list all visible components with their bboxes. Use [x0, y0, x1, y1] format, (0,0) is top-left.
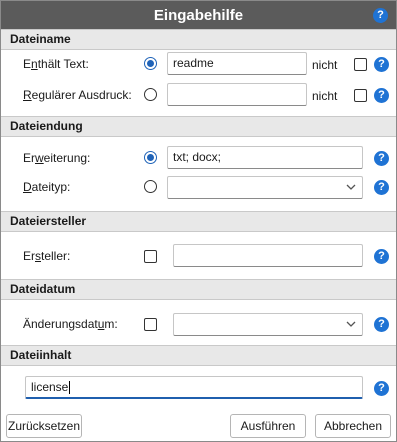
text-cursor [69, 381, 71, 395]
help-icon[interactable]: ? [373, 8, 388, 23]
contains-text-label: Enthält Text: [23, 57, 89, 71]
help-icon[interactable]: ? [374, 381, 389, 396]
window-title: Eingabehilfe [153, 7, 244, 24]
help-icon[interactable]: ? [374, 88, 389, 103]
contains-text-radio[interactable] [144, 57, 157, 70]
modified-date-label: Änderungsdatum: [23, 317, 118, 331]
help-icon[interactable]: ? [374, 249, 389, 264]
chevron-down-icon [346, 321, 356, 327]
help-icon[interactable]: ? [374, 151, 389, 166]
contains-not-checkbox[interactable] [354, 58, 367, 71]
section-header-dateiendung: Dateiendung [1, 116, 396, 137]
contains-not-label: nicht [312, 58, 338, 72]
extension-input[interactable]: txt; docx; [167, 146, 363, 169]
creator-input[interactable] [173, 244, 363, 267]
filetype-select[interactable] [167, 176, 363, 199]
regex-input[interactable] [167, 83, 307, 106]
creator-label: Ersteller: [23, 249, 71, 263]
contains-text-input[interactable]: readme [167, 52, 307, 75]
cancel-button[interactable]: Abbrechen [315, 414, 391, 438]
regex-not-label: nicht [312, 89, 338, 103]
filetype-radio[interactable] [144, 180, 157, 193]
creator-checkbox[interactable] [144, 250, 157, 263]
chevron-down-icon [346, 184, 356, 190]
section-header-dateiersteller: Dateiersteller [1, 211, 396, 232]
content-search-value: license [31, 380, 69, 394]
regex-radio[interactable] [144, 88, 157, 101]
help-icon[interactable]: ? [374, 180, 389, 195]
extension-radio[interactable] [144, 151, 157, 164]
reset-button[interactable]: Zurücksetzen [6, 414, 82, 438]
filetype-label: Dateityp: [23, 180, 71, 194]
extension-label: Erweiterung: [23, 151, 91, 165]
dialog-window: Eingabehilfe ? Dateiname Enthält Text: r… [0, 0, 397, 442]
run-button[interactable]: Ausführen [230, 414, 306, 438]
help-icon[interactable]: ? [374, 317, 389, 332]
modified-date-select[interactable] [173, 313, 363, 336]
title-bar[interactable]: Eingabehilfe ? [1, 1, 396, 30]
section-header-dateiinhalt: Dateiinhalt [1, 345, 396, 366]
regex-label: Regulärer Ausdruck: [23, 88, 132, 102]
help-icon[interactable]: ? [374, 57, 389, 72]
modified-date-checkbox[interactable] [144, 318, 157, 331]
section-header-dateidatum: Dateidatum [1, 279, 396, 300]
regex-not-checkbox[interactable] [354, 89, 367, 102]
section-header-dateiname: Dateiname [1, 29, 396, 50]
content-search-input[interactable]: license [25, 376, 363, 399]
